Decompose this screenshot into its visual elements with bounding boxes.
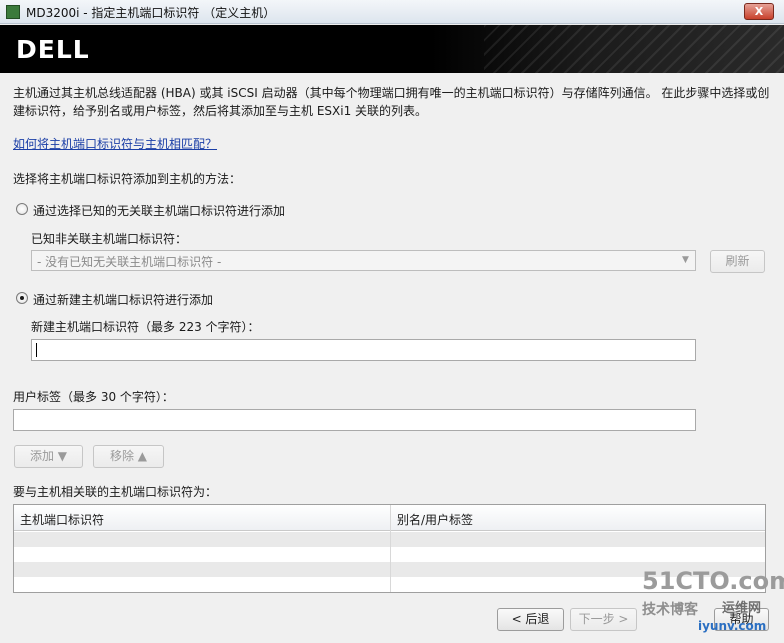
refresh-button[interactable]: 刷新: [710, 250, 765, 273]
new-identifier-label: 新建主机端口标识符（最多 223 个字符）：: [31, 320, 260, 334]
dell-banner: DELL: [0, 25, 784, 73]
new-identifier-input[interactable]: [31, 339, 696, 361]
dell-logo: DELL: [16, 35, 90, 64]
known-identifier-label: 已知非关联主机端口标识符：: [31, 232, 188, 246]
watermark-iyunv: iyunv.com: [698, 619, 767, 633]
radio-new-identifier[interactable]: [16, 292, 28, 304]
radio-new-label: 通过新建主机端口标识符进行添加: [33, 293, 214, 307]
watermark-51cto: 51CTO.com: [642, 567, 784, 595]
window-title: MD3200i - 指定主机端口标识符 （定义主机）: [26, 6, 276, 20]
app-icon: [6, 5, 20, 19]
add-button[interactable]: 添加 ▼: [14, 445, 83, 468]
title-bar: MD3200i - 指定主机端口标识符 （定义主机） X: [0, 0, 784, 24]
wizard-content: 主机通过其主机总线适配器 (HBA) 或其 iSCSI 启动器（其中每个物理端口…: [0, 73, 784, 643]
help-link[interactable]: 如何将主机端口标识符与主机相匹配？: [13, 135, 217, 152]
radio-existing-label: 通过选择已知的无关联主机端口标识符进行添加: [33, 204, 286, 218]
next-button[interactable]: 下一步 >: [570, 608, 637, 631]
associated-identifiers-label: 要与主机相关联的主机端口标识符为：: [13, 485, 218, 499]
known-identifier-select-value: - 没有已知无关联主机端口标识符 -: [37, 255, 222, 269]
column-header-identifier[interactable]: 主机端口标识符: [20, 511, 104, 528]
watermark-yunwei: 运维网: [722, 601, 762, 616]
known-identifier-select[interactable]: - 没有已知无关联主机端口标识符 - ▼: [31, 250, 696, 271]
user-label-caption: 用户标签（最多 30 个字符）：: [13, 390, 174, 404]
chevron-down-icon: ▼: [682, 255, 689, 265]
text-caret: [36, 343, 37, 357]
column-separator: [390, 505, 391, 592]
description-text: 主机通过其主机总线适配器 (HBA) 或其 iSCSI 启动器（其中每个物理端口…: [13, 86, 770, 118]
watermark-blog: 技术博客: [642, 602, 698, 618]
close-button[interactable]: X: [744, 3, 774, 20]
back-button[interactable]: < 后退: [497, 608, 564, 631]
user-label-input[interactable]: [13, 409, 696, 431]
method-label: 选择将主机端口标识符添加到主机的方法：: [13, 172, 242, 186]
column-header-alias[interactable]: 别名/用户标签: [397, 511, 473, 528]
radio-existing-identifier[interactable]: [16, 203, 28, 215]
banner-decoration: [484, 25, 784, 73]
remove-button[interactable]: 移除 ▲: [93, 445, 164, 468]
